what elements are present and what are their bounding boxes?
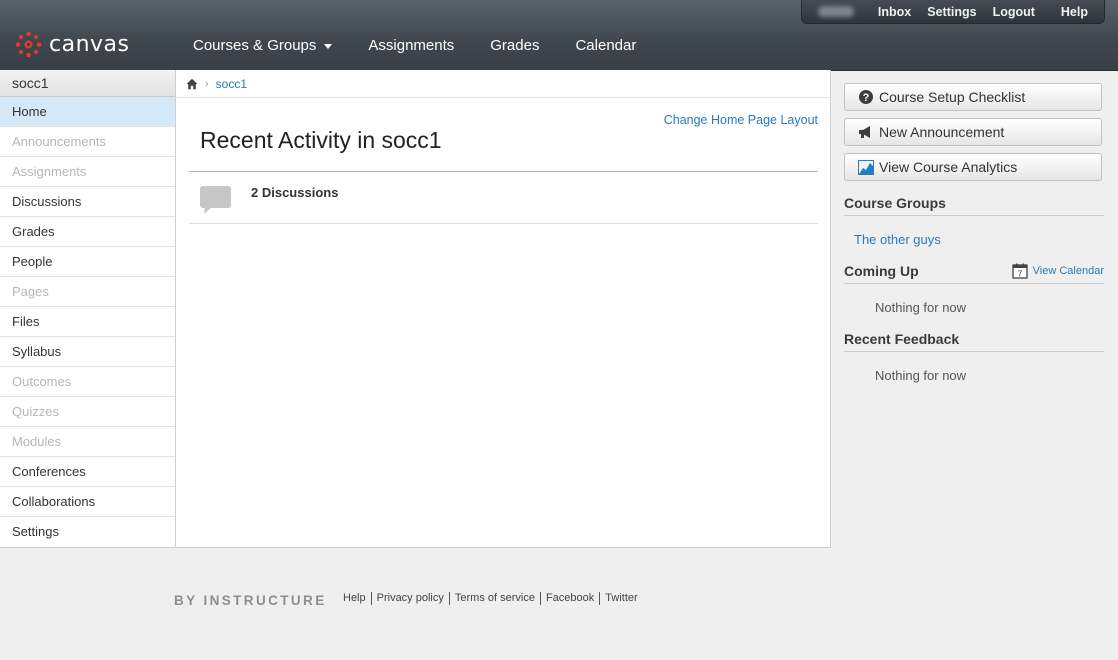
- global-header: Inbox Settings Logout Help canvas Course…: [0, 0, 1118, 71]
- new-announcement-button[interactable]: New Announcement: [844, 118, 1102, 146]
- nav-grades[interactable]: Grades: [490, 37, 539, 54]
- change-home-layout-link[interactable]: Change Home Page Layout: [664, 113, 818, 127]
- nav-assignments[interactable]: Assignments: [368, 37, 454, 54]
- footer-help-link[interactable]: Help: [343, 592, 372, 605]
- course-nav-modules[interactable]: Modules: [0, 427, 175, 457]
- right-sidebar: ? Course Setup Checklist New Announcemen…: [844, 70, 1104, 385]
- course-nav-people[interactable]: People: [0, 247, 175, 277]
- courses-groups-label: Courses & Groups: [193, 37, 317, 54]
- question-circle-icon: ?: [858, 89, 874, 105]
- course-nav-announcements[interactable]: Announcements: [0, 127, 175, 157]
- instructure-footer-logo[interactable]: BY INSTRUCTURE: [174, 593, 327, 608]
- page-title: Recent Activity in socc1: [200, 127, 442, 153]
- coming-up-heading: Coming Up: [844, 263, 919, 279]
- breadcrumb: › socc1: [176, 70, 830, 98]
- calendar-icon-day: 7: [1017, 270, 1022, 279]
- course-setup-checklist-button[interactable]: ? Course Setup Checklist: [844, 83, 1102, 111]
- course-nav-assignments[interactable]: Assignments: [0, 157, 175, 187]
- view-calendar-label: View Calendar: [1032, 265, 1104, 277]
- group-link-other-guys[interactable]: The other guys: [844, 216, 1104, 249]
- megaphone-icon: [858, 124, 874, 140]
- course-nav-syllabus[interactable]: Syllabus: [0, 337, 175, 367]
- footer-links: Help Privacy policy Terms of service Fac…: [343, 592, 643, 605]
- breadcrumb-separator-icon: ›: [205, 77, 209, 90]
- coming-up-section: Coming Up 7 View Calendar: [844, 263, 1104, 284]
- calendar-icon: 7: [1012, 263, 1028, 279]
- main-nav: Courses & Groups Assignments Grades Cale…: [193, 37, 672, 54]
- course-setup-checklist-label: Course Setup Checklist: [879, 89, 1026, 105]
- discussion-bubble-icon: [200, 186, 231, 214]
- course-nav-home[interactable]: Home: [0, 97, 175, 127]
- canvas-logo[interactable]: canvas: [15, 31, 129, 58]
- courses-groups-menu[interactable]: Courses & Groups: [193, 37, 333, 54]
- user-nav: Inbox Settings Logout Help: [801, 0, 1105, 24]
- canvas-logo-text: canvas: [49, 32, 130, 57]
- recent-feedback-empty-text: Nothing for now: [875, 368, 967, 383]
- new-announcement-label: New Announcement: [879, 124, 1005, 140]
- course-nav-grades[interactable]: Grades: [0, 217, 175, 247]
- settings-link[interactable]: Settings: [927, 5, 976, 19]
- footer-privacy-link[interactable]: Privacy policy: [372, 592, 450, 605]
- course-nav-outcomes[interactable]: Outcomes: [0, 367, 175, 397]
- view-calendar-link[interactable]: 7 View Calendar: [1012, 263, 1104, 279]
- activity-item-label: 2 Discussions: [251, 185, 339, 200]
- course-groups-heading: Course Groups: [844, 195, 1104, 216]
- course-nav: socc1 Home Announcements Assignments Dis…: [0, 70, 176, 548]
- recent-feedback-heading: Recent Feedback: [844, 331, 1104, 352]
- footer-facebook-link[interactable]: Facebook: [541, 592, 601, 605]
- course-nav-files[interactable]: Files: [0, 307, 175, 337]
- help-link[interactable]: Help: [1061, 5, 1088, 19]
- canvas-logo-icon: [15, 31, 42, 58]
- footer-twitter-link[interactable]: Twitter: [600, 592, 642, 605]
- footer-terms-link[interactable]: Terms of service: [450, 592, 541, 605]
- breadcrumb-course-link[interactable]: socc1: [216, 77, 247, 91]
- logout-link[interactable]: Logout: [993, 5, 1035, 19]
- activity-item-discussions[interactable]: 2 Discussions: [189, 172, 818, 224]
- view-course-analytics-label: View Course Analytics: [879, 159, 1018, 175]
- chevron-down-icon: [324, 43, 333, 49]
- course-nav-title: socc1: [0, 70, 175, 97]
- user-name-blurred[interactable]: [818, 6, 854, 17]
- course-nav-pages[interactable]: Pages: [0, 277, 175, 307]
- view-course-analytics-button[interactable]: View Course Analytics: [844, 153, 1102, 181]
- home-icon[interactable]: [186, 78, 198, 90]
- coming-up-empty-text: Nothing for now: [875, 300, 967, 315]
- analytics-chart-icon: [858, 159, 874, 175]
- course-nav-quizzes[interactable]: Quizzes: [0, 397, 175, 427]
- course-nav-settings[interactable]: Settings: [0, 517, 175, 546]
- nav-calendar[interactable]: Calendar: [575, 37, 636, 54]
- svg-text:?: ?: [863, 92, 870, 104]
- course-nav-conferences[interactable]: Conferences: [0, 457, 175, 487]
- main-content: › socc1 Change Home Page Layout Recent A…: [176, 70, 831, 548]
- course-nav-discussions[interactable]: Discussions: [0, 187, 175, 217]
- inbox-link[interactable]: Inbox: [878, 5, 911, 19]
- course-nav-collaborations[interactable]: Collaborations: [0, 487, 175, 517]
